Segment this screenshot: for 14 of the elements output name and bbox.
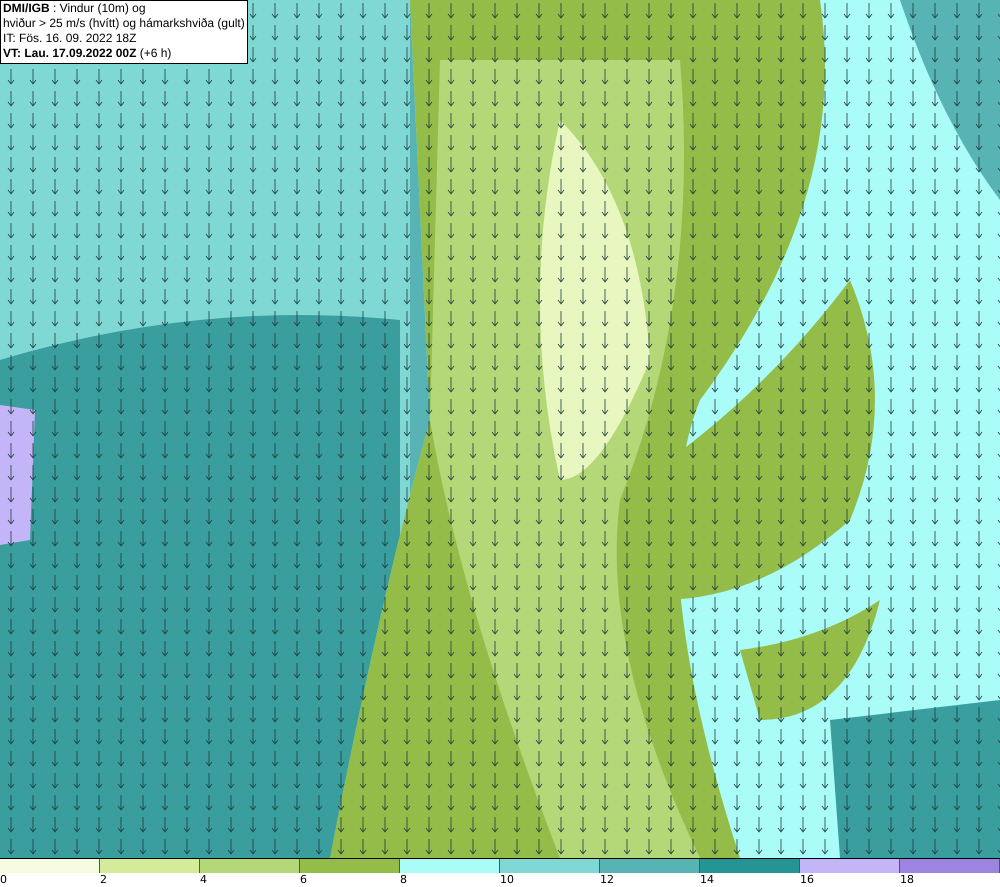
info-line: IT: Fös. 16. 09. 2022 18Z xyxy=(3,31,138,46)
info-line: hviður > 25 m/s (hvítt) og hámarkshviða (gult) xyxy=(3,16,245,31)
legend-label: 8 xyxy=(400,873,407,887)
legend-label: 16 xyxy=(800,873,814,887)
legend-label: 12 xyxy=(600,873,614,887)
legend-label: 4 xyxy=(200,873,207,887)
legend-label: 14 xyxy=(700,873,714,887)
info-line: VT: Lau. 17.09.2022 00Z (+6 h) xyxy=(3,46,172,61)
legend-label: 10 xyxy=(500,873,514,887)
legend-label: 18 xyxy=(900,873,914,887)
legend-label: 0 xyxy=(0,873,7,887)
legend-label: 6 xyxy=(300,873,307,887)
info-line: DMI/IGB : Vindur (10m) og xyxy=(3,1,146,16)
legend-label: 2 xyxy=(100,873,107,887)
